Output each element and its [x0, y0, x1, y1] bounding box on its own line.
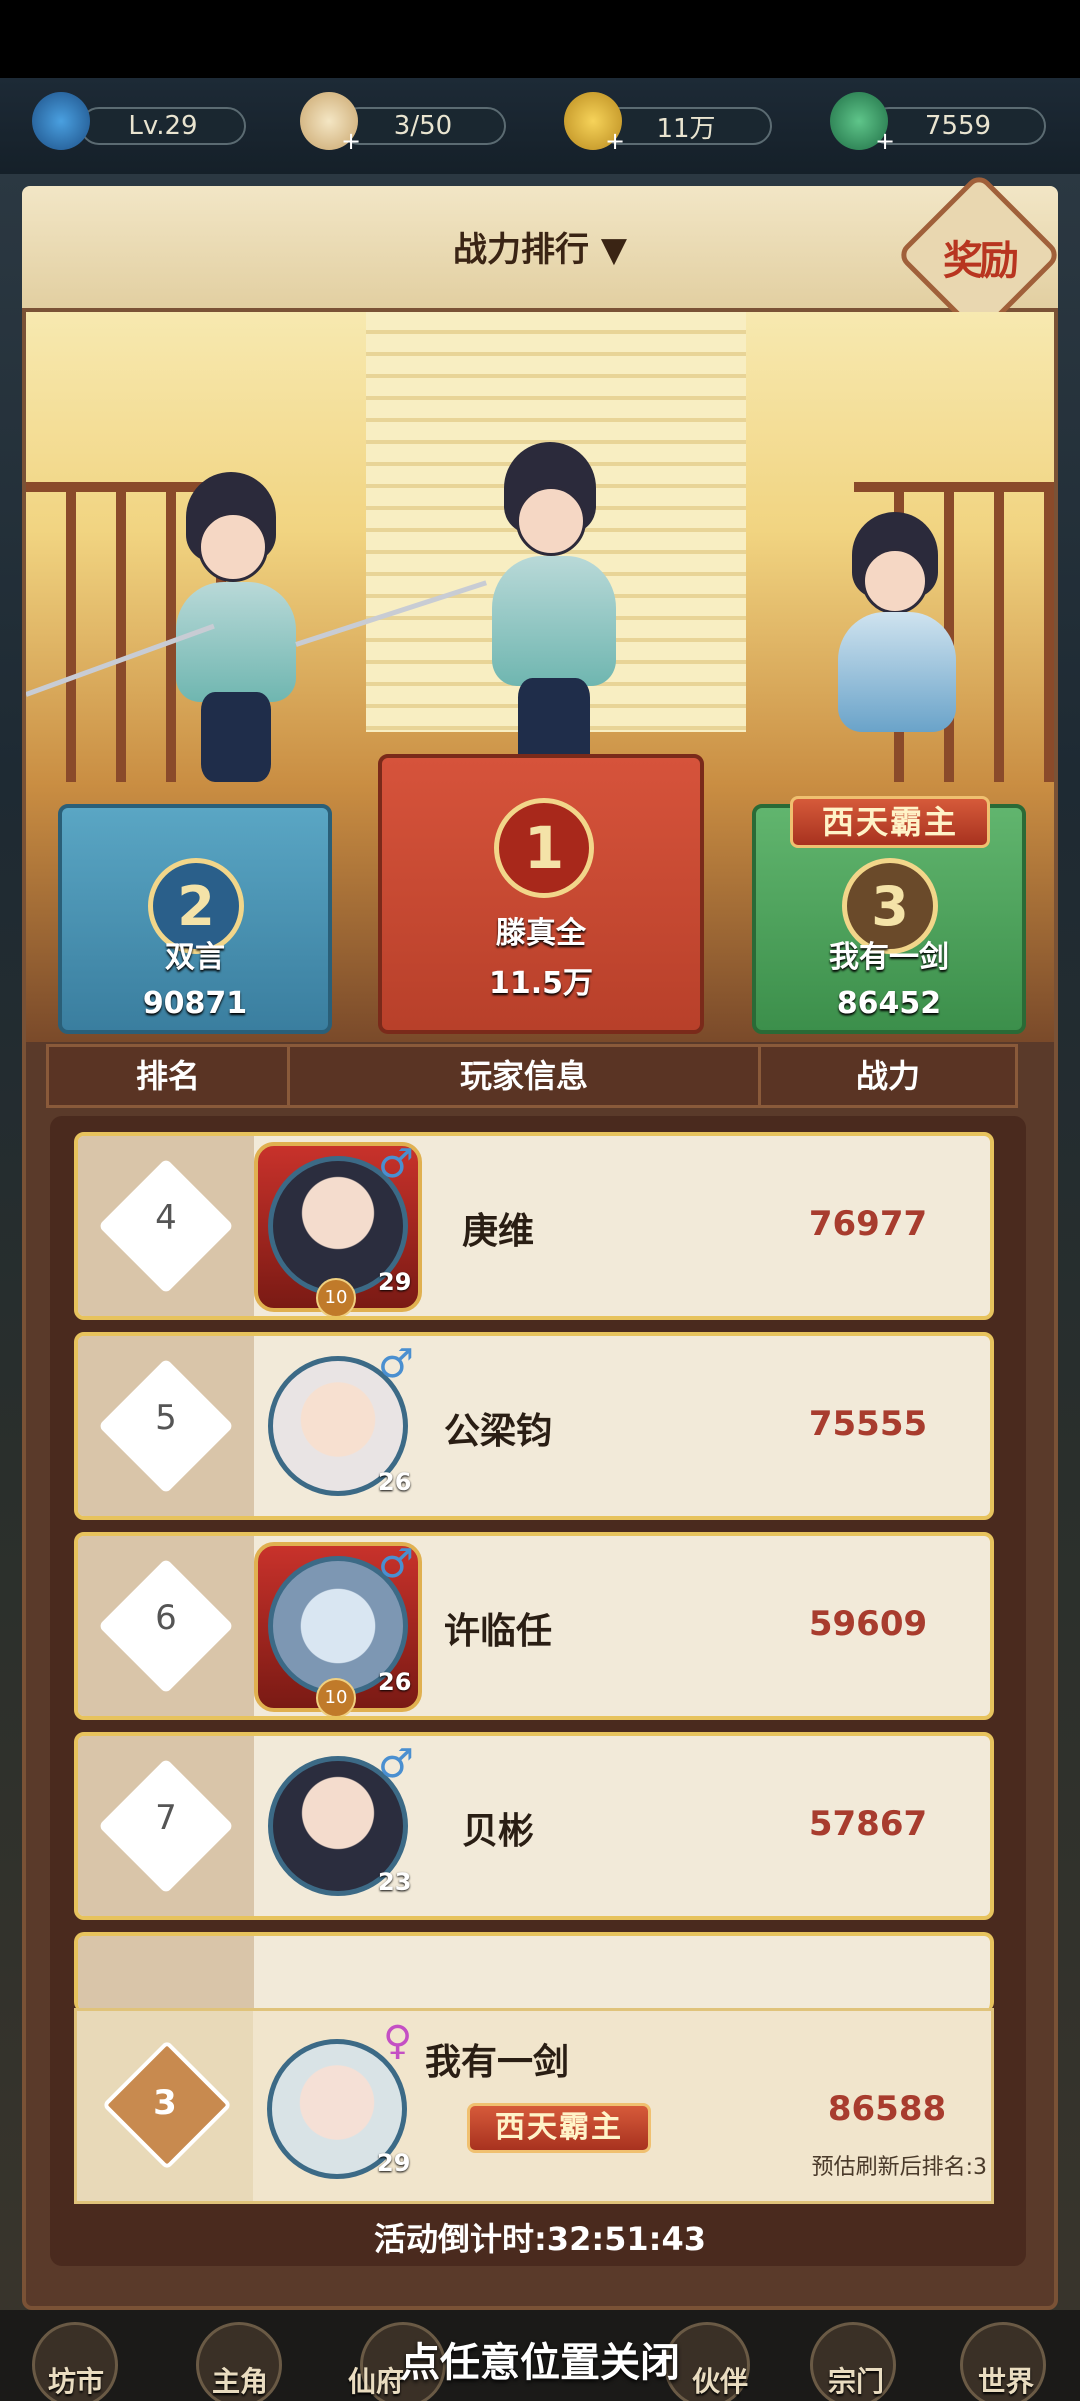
estimated-rank: 预估刷新后排名:3 — [811, 2155, 987, 2180]
player-power: 57867 — [808, 1804, 928, 1844]
my-title-badge: 西天霸主 — [467, 2103, 651, 2153]
row-rank: 4 — [155, 1198, 177, 1238]
rank-3-character — [816, 512, 986, 812]
column-power: 战力 — [855, 1057, 920, 1095]
event-countdown: 活动倒计时:32:51:43 — [374, 2220, 706, 2258]
player-name: 公梁钧 — [443, 1411, 552, 1452]
player-power: 76977 — [808, 1204, 928, 1244]
male-icon: ♂ — [378, 1741, 414, 1787]
player-name: 贝彬 — [461, 1811, 534, 1852]
add-coins-icon[interactable]: + — [604, 129, 626, 153]
row-rank: 5 — [155, 1398, 177, 1438]
my-name: 我有一剑 — [424, 2042, 569, 2083]
add-stamina-icon[interactable]: + — [340, 129, 362, 153]
male-icon: ♂ — [378, 1141, 414, 1187]
male-icon: ♂ — [378, 1341, 414, 1387]
status-bar — [0, 0, 1080, 78]
vip-badge: 10 — [316, 1678, 356, 1716]
avatar-level: 26 — [378, 1668, 412, 1696]
row-rank: 6 — [155, 1598, 177, 1638]
my-rank: 3 — [153, 2083, 177, 2123]
podium-2-name: 双言 — [165, 940, 225, 975]
player-power: 59609 — [808, 1604, 928, 1644]
table-row[interactable]: 5 ♂ 26 公梁钧 75555 — [74, 1332, 994, 1520]
my-rank-row[interactable]: 3 ♀ 29 我有一剑 西天霸主 86588 预估刷新后排名:3 — [74, 2008, 994, 2204]
table-row[interactable]: 4 ♂ 29 10 庚维 76977 — [74, 1132, 994, 1320]
table-row[interactable]: 7 ♂ 23 贝彬 57867 — [74, 1732, 994, 1920]
podium-3-name: 我有一剑 — [829, 940, 949, 975]
podium-2-power: 90871 — [142, 986, 248, 1021]
podium-1-power: 11.5万 — [488, 966, 594, 1001]
rank-1-badge: 1 — [494, 798, 594, 898]
table-row[interactable]: 6 ♂ 26 10 许临任 59609 — [74, 1532, 994, 1720]
podium-3-title-badge: 西天霸主 — [790, 796, 990, 848]
column-rank: 排名 — [135, 1057, 200, 1095]
avatar-level: 29 — [378, 1268, 412, 1296]
close-hint[interactable]: 点任意位置关闭 — [0, 2330, 1080, 2388]
dragon-icon — [32, 92, 90, 150]
ranking-table-header: 排名 玩家信息 战力 — [46, 1044, 1018, 1108]
reward-label: 奖励 — [943, 238, 1019, 284]
player-name: 庚维 — [461, 1211, 534, 1252]
player-power: 75555 — [808, 1404, 928, 1444]
podium-1-name: 滕真全 — [496, 916, 586, 951]
rank-1-character — [456, 442, 656, 792]
avatar-level: 23 — [378, 1868, 412, 1896]
my-level: 29 — [377, 2149, 411, 2177]
table-row[interactable] — [74, 1932, 994, 2012]
male-icon: ♂ — [378, 1541, 414, 1587]
stamina-display: 3/50 — [340, 107, 506, 145]
vip-badge: 10 — [316, 1278, 356, 1316]
podium-3-power: 86452 — [836, 986, 942, 1021]
level-display: Lv.29 — [80, 107, 246, 145]
column-player-info: 玩家信息 — [459, 1057, 588, 1095]
add-jade-icon[interactable]: + — [874, 129, 896, 153]
jade-display: 7559 — [870, 107, 1046, 145]
avatar-level: 26 — [378, 1468, 412, 1496]
player-name: 许临任 — [443, 1611, 552, 1652]
row-rank: 7 — [155, 1798, 177, 1838]
my-power: 86588 — [827, 2089, 947, 2129]
